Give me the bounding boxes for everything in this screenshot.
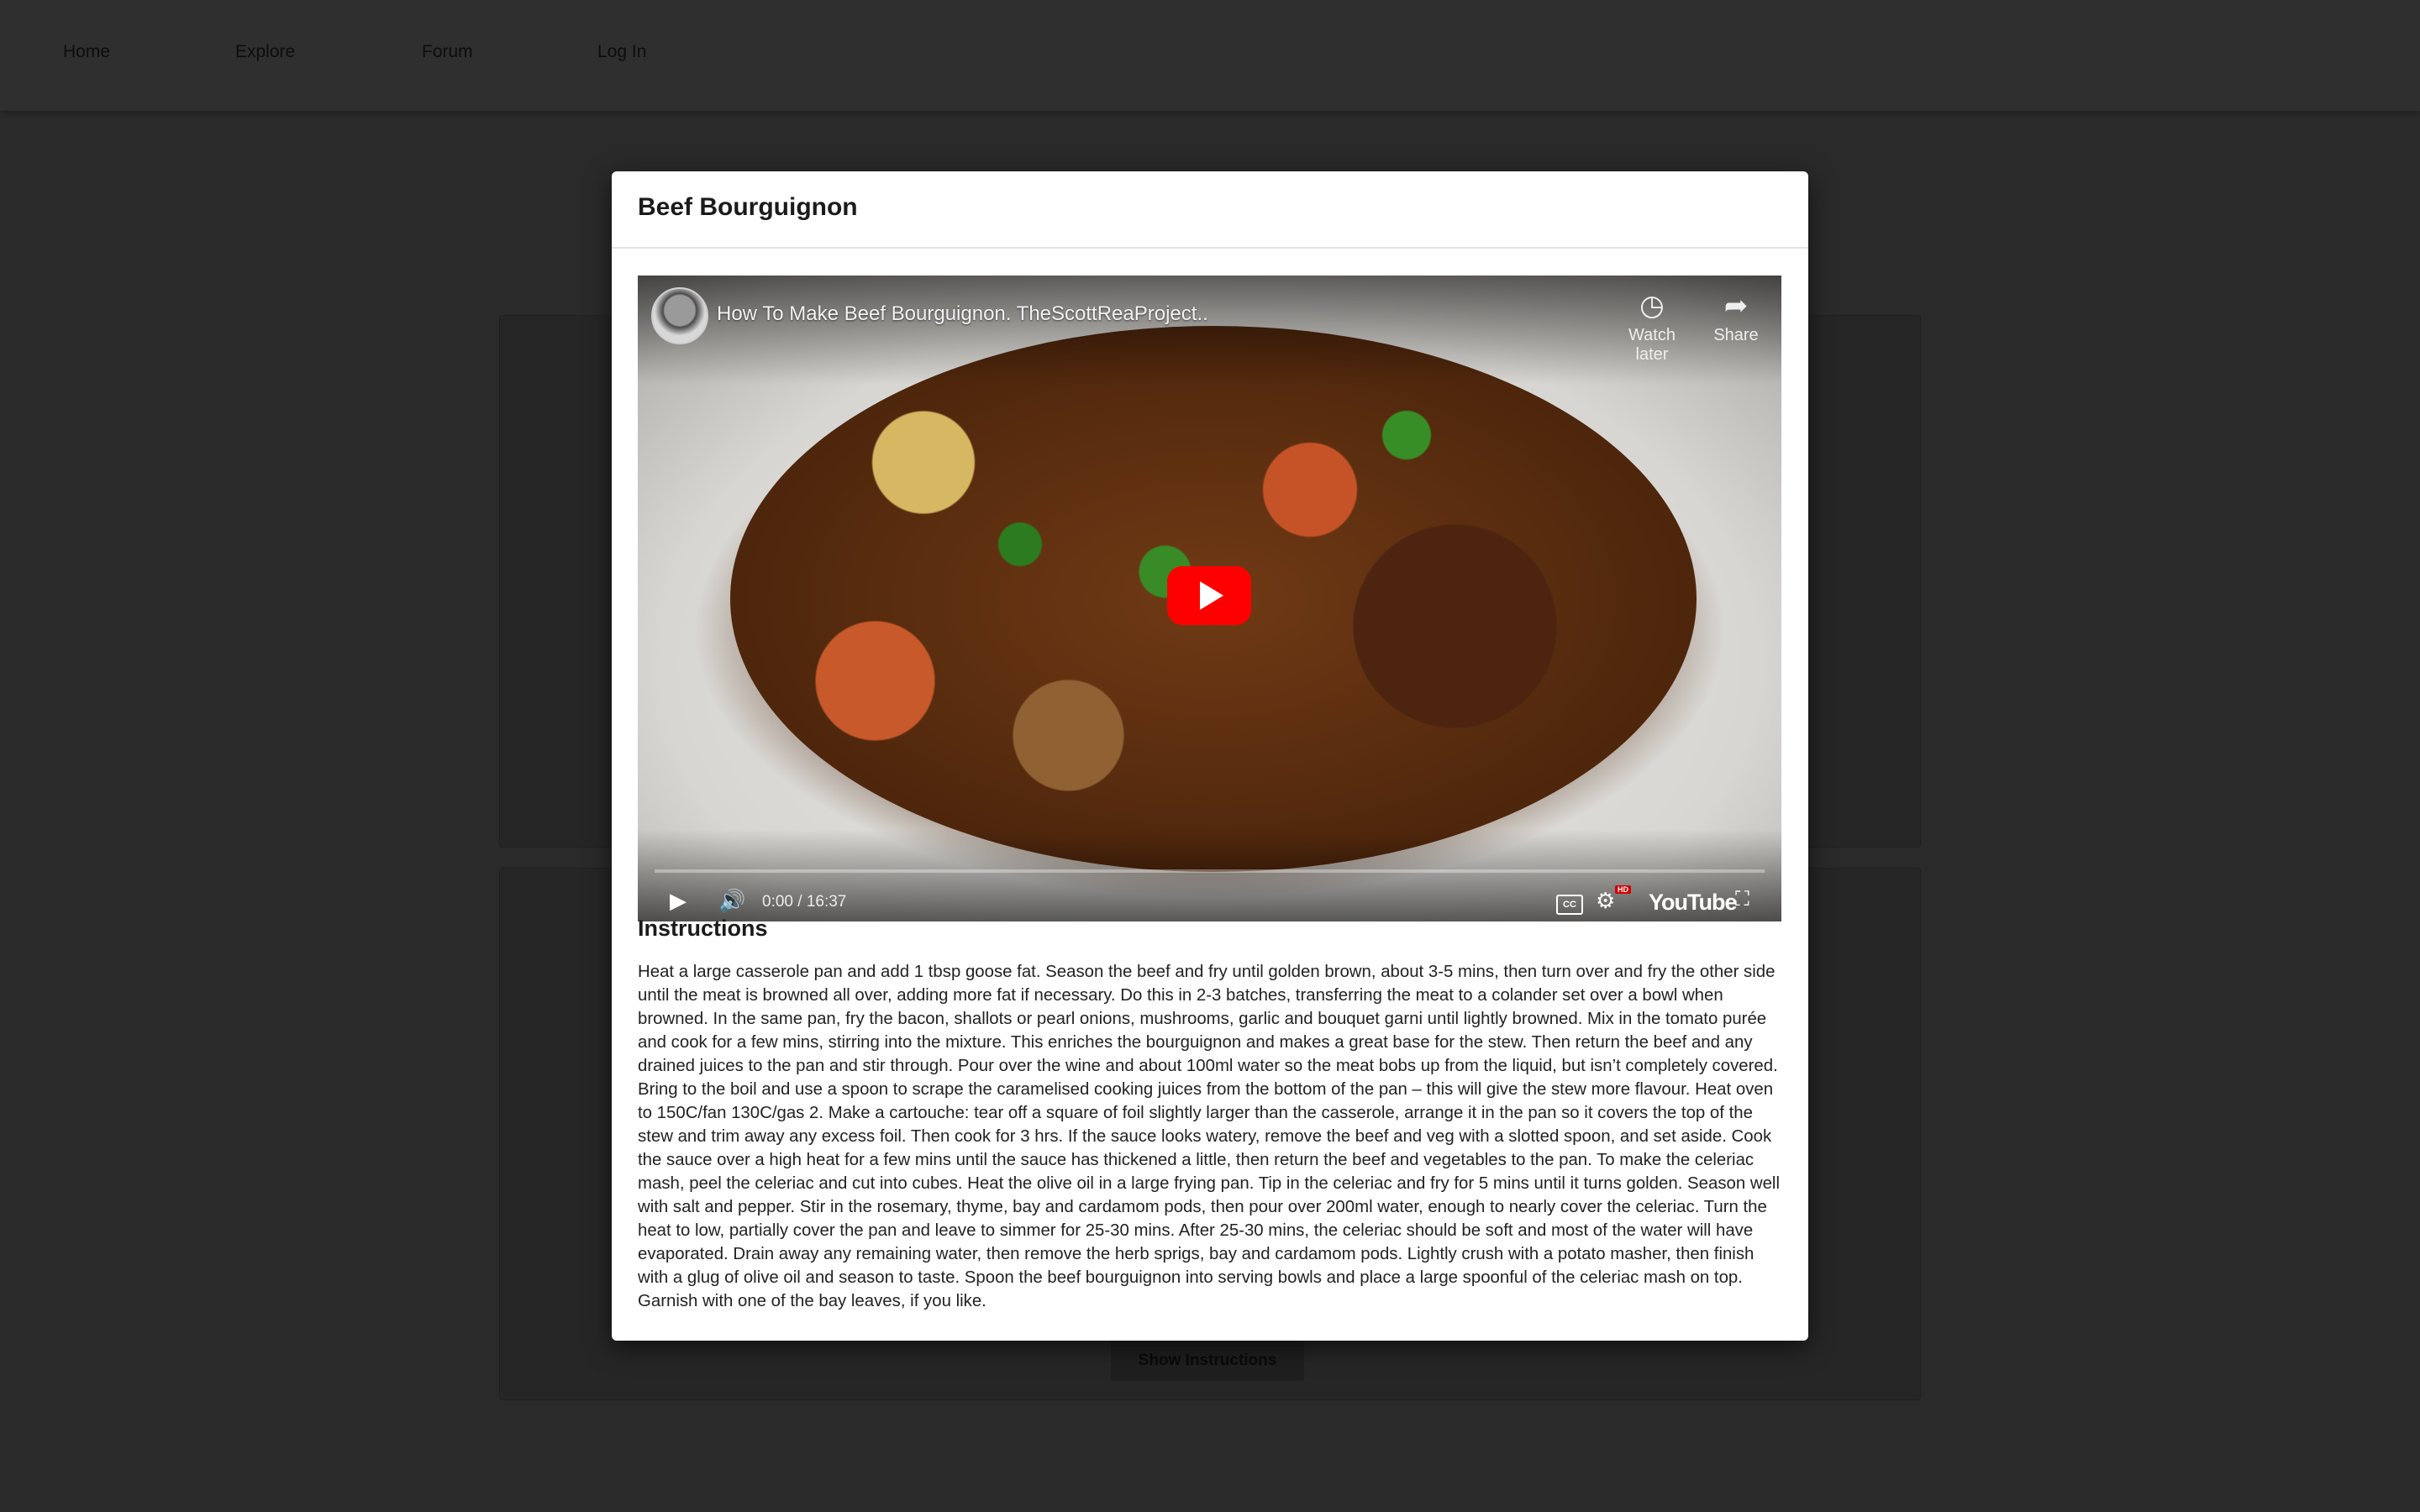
nav-explore-link[interactable]: Explore xyxy=(235,42,295,62)
time-display: 0:00 / 16:37 xyxy=(762,893,847,911)
video-top-shade xyxy=(638,276,1781,385)
fullscreen-icon[interactable]: ⛶ xyxy=(1735,888,1749,911)
instructions-text: Heat a large casserole pan and add 1 tbs… xyxy=(638,963,1780,1310)
youtube-logo[interactable]: YouTube xyxy=(1649,890,1737,916)
watch-later-label: Watch later xyxy=(1628,326,1676,364)
settings-gear-icon[interactable]: ⚙ xyxy=(1596,888,1615,914)
modal-title: Beef Bourguignon xyxy=(638,193,858,221)
video-player[interactable]: How To Make Beef Bourguignon. TheScottRe… xyxy=(638,276,1781,921)
nav-forum-link[interactable]: Forum xyxy=(422,42,473,62)
video-title-link[interactable]: How To Make Beef Bourguignon. TheScottRe… xyxy=(717,302,1208,326)
video-controls: ▶ 🔊 0:00 / 16:37 CC ⚙ HD YouTube ⛶ xyxy=(638,885,1781,921)
modal-header: Beef Bourguignon xyxy=(612,171,1808,249)
captions-button[interactable]: CC xyxy=(1556,895,1583,915)
show-instructions-button[interactable]: Show Instructions xyxy=(1111,1341,1304,1381)
nav-login-link[interactable]: Log In xyxy=(597,42,646,62)
instructions-heading: Instructions xyxy=(638,916,768,941)
share-arrow-icon: ➦ xyxy=(1723,290,1749,322)
play-icon[interactable]: ▶ xyxy=(670,888,687,914)
nav-home-link[interactable]: Home xyxy=(63,42,110,62)
clock-icon: ◷ xyxy=(1639,290,1665,322)
hd-badge: HD xyxy=(1615,885,1631,894)
top-nav: Home Explore Forum Log In xyxy=(0,0,2420,111)
progress-bar[interactable] xyxy=(655,869,1765,873)
share-label: Share xyxy=(1713,326,1759,344)
share-button[interactable]: ➦ Share xyxy=(1698,289,1774,345)
channel-avatar[interactable] xyxy=(651,287,708,344)
volume-icon[interactable]: 🔊 xyxy=(718,888,745,914)
play-large-button[interactable] xyxy=(1167,566,1251,625)
recipe-modal: Beef Bourguignon How To Make Beef Bourgu… xyxy=(612,171,1808,1341)
watch-later-button[interactable]: ◷ Watch later xyxy=(1614,289,1690,365)
